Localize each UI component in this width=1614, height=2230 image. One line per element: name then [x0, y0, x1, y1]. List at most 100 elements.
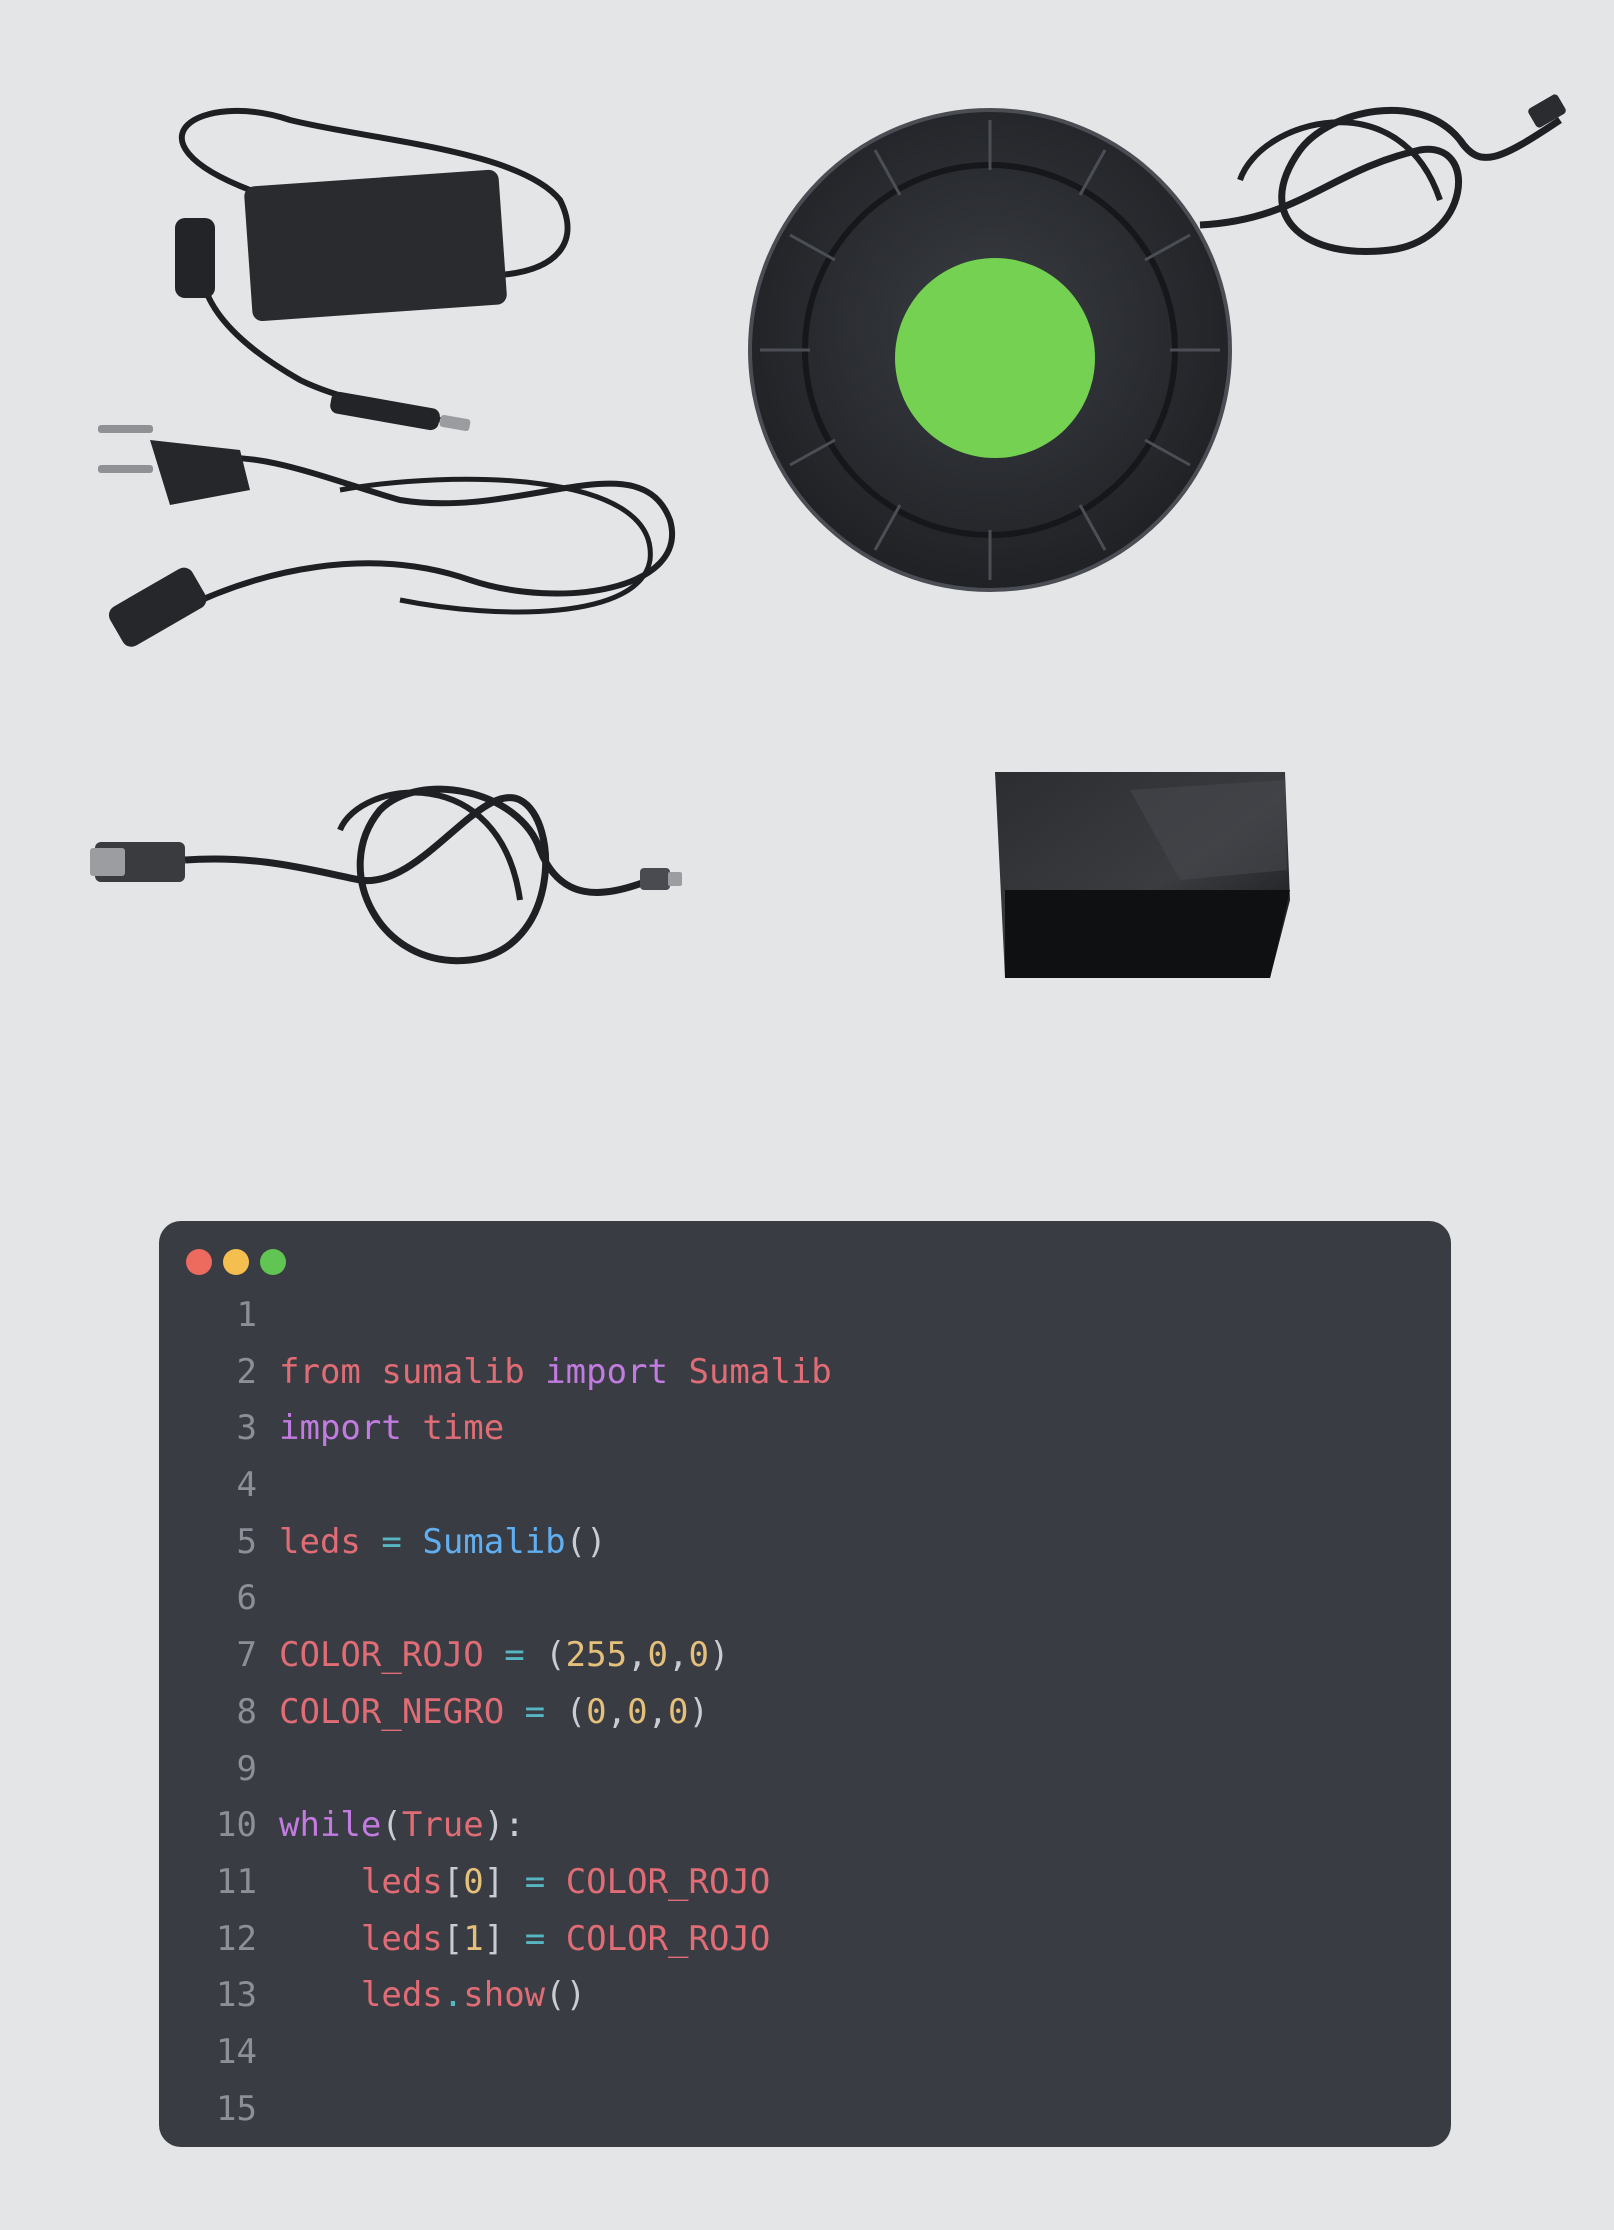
code-token: 0 [463, 1861, 484, 1902]
line-code[interactable]: from sumalib import Sumalib [279, 1352, 832, 1392]
code-line[interactable]: 1 [159, 1289, 1451, 1346]
code-token: , [647, 1691, 669, 1732]
code-token: ) [708, 1635, 730, 1676]
code-line[interactable]: 4 [159, 1459, 1451, 1516]
line-number: 15 [216, 2088, 257, 2129]
code-line[interactable]: 6 [159, 1572, 1451, 1629]
line-number: 6 [236, 1578, 257, 1619]
line-number: 7 [236, 1635, 257, 1676]
code-line[interactable]: 2 from sumalib import Sumalib [159, 1346, 1451, 1403]
code-token: import [545, 1351, 668, 1392]
code-editor-window: 1 2 from sumalib import Sumalib 3 import tim… [159, 1221, 1451, 2147]
code-token: leds [360, 1861, 443, 1902]
code-token: = [504, 1635, 525, 1676]
code-token: show [463, 1975, 546, 2016]
code-line[interactable]: 7 COLOR_ROJO = (255,0,0) [159, 1629, 1451, 1686]
line-number: 3 [236, 1408, 257, 1449]
code-token: () [565, 1521, 607, 1562]
code-token: = [524, 1918, 546, 1959]
code-line[interactable]: 12 leds[1] = COLOR_ROJO [159, 1913, 1451, 1970]
line-code[interactable]: import time [279, 1408, 504, 1448]
code-line[interactable]: 11 leds[0] = COLOR_ROJO [159, 1856, 1451, 1913]
code-line[interactable]: 14 [159, 2026, 1451, 2083]
code-token: Sumalib [422, 1521, 566, 1562]
code-line[interactable]: 3 import time [159, 1402, 1451, 1459]
code-token: = [524, 1691, 546, 1732]
code-token: ] [483, 1918, 505, 1959]
code-token: [ [442, 1861, 464, 1902]
code-token: COLOR_ROJO [279, 1635, 484, 1676]
code-token: time [422, 1408, 505, 1449]
line-number: 1 [236, 1295, 257, 1335]
line-code[interactable]: leds = Sumalib() [279, 1522, 607, 1562]
code-token: , [668, 1635, 689, 1676]
usb-cable-icon [90, 785, 682, 965]
code-line[interactable]: 5 leds = Sumalib() [159, 1516, 1451, 1573]
code-token: True [401, 1805, 484, 1846]
code-token: from [279, 1351, 361, 1392]
code-token: leds [360, 1975, 443, 2016]
code-line[interactable]: 10 while(True): [159, 1799, 1451, 1856]
code-token: 0 [688, 1635, 709, 1676]
line-number: 4 [236, 1465, 257, 1506]
code-token: ( [524, 1635, 566, 1676]
line-code[interactable]: COLOR_NEGRO = (0,0,0) [279, 1692, 709, 1732]
code-token: 0 [627, 1691, 648, 1732]
code-token: leds [279, 1521, 361, 1562]
code-token: ( [381, 1805, 402, 1846]
controller-box-icon [995, 772, 1290, 978]
code-line[interactable]: 15 [159, 2083, 1451, 2140]
code-token: ) [688, 1691, 709, 1732]
code-token: 0 [647, 1635, 669, 1676]
code-token: while [279, 1805, 382, 1846]
code-token: 0 [586, 1691, 607, 1732]
code-token: , [627, 1635, 648, 1676]
line-number: 13 [216, 1975, 257, 2016]
code-token: = [381, 1521, 402, 1562]
code-token: import [279, 1408, 402, 1449]
code-line[interactable]: 8 COLOR_NEGRO = (0,0,0) [159, 1686, 1451, 1743]
close-window-button[interactable] [186, 1249, 212, 1275]
code-token: sumalib [381, 1351, 525, 1392]
code-body[interactable]: 1 2 from sumalib import Sumalib 3 import tim… [159, 1289, 1451, 2139]
line-code[interactable]: leds.show() [279, 1975, 586, 2015]
code-token: ): [483, 1805, 525, 1846]
power-adapter-icon [98, 107, 675, 647]
code-token: leds [360, 1918, 443, 1959]
code-token: COLOR_ROJO [565, 1861, 771, 1902]
code-line[interactable]: 13 leds.show() [159, 1969, 1451, 2026]
code-token: 1 [463, 1918, 484, 1959]
product-photos [0, 0, 1614, 1100]
zoom-window-button[interactable] [260, 1249, 286, 1275]
code-token: COLOR_NEGRO [279, 1691, 505, 1732]
line-number: 12 [216, 1918, 257, 1959]
line-number: 14 [216, 2031, 257, 2072]
line-code[interactable]: leds[0] = COLOR_ROJO [279, 1861, 771, 1902]
line-number: 11 [216, 1861, 257, 1902]
line-code[interactable]: while(True): [279, 1805, 525, 1845]
code-token: = [524, 1861, 546, 1902]
line-code[interactable]: leds[1] = COLOR_ROJO [279, 1918, 771, 1959]
line-number: 10 [216, 1805, 257, 1846]
code-line[interactable]: 9 [159, 1743, 1451, 1800]
minimize-window-button[interactable] [223, 1249, 249, 1275]
code-token: [ [442, 1918, 464, 1959]
line-code[interactable]: COLOR_ROJO = (255,0,0) [279, 1635, 729, 1675]
code-token: , [606, 1691, 628, 1732]
code-token: . [442, 1975, 464, 2016]
code-token: ( [545, 1691, 587, 1732]
code-token: Sumalib [688, 1351, 832, 1392]
